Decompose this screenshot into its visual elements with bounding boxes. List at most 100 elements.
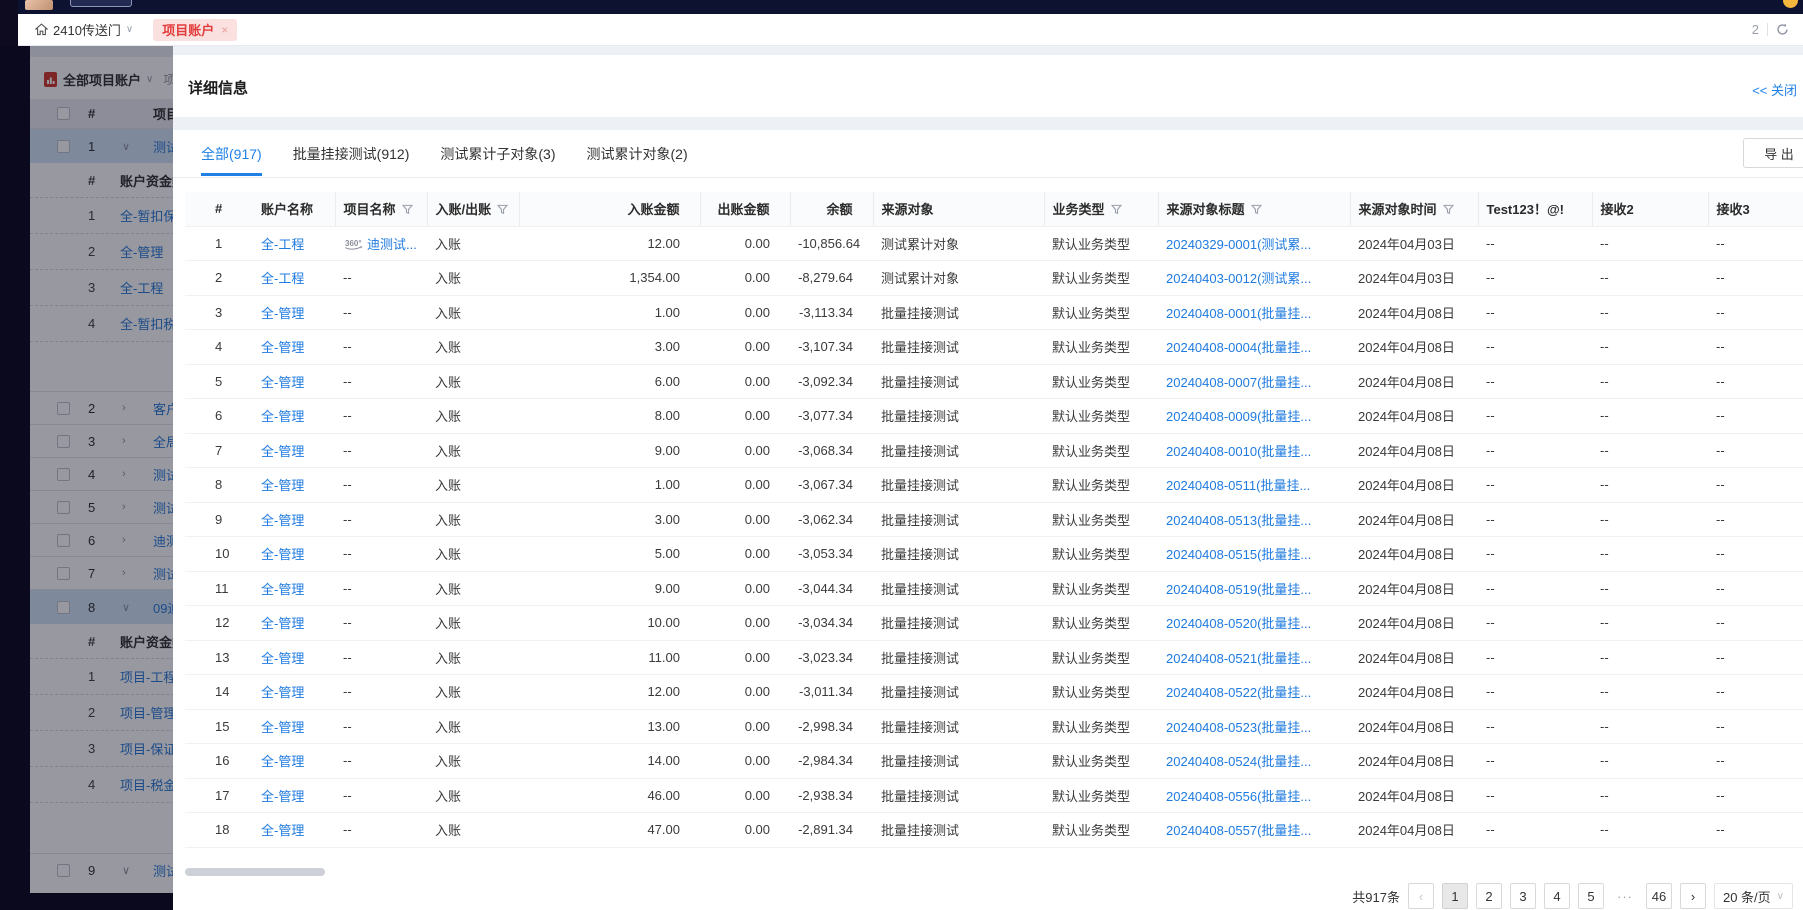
col-header-8: 业务类型: [1044, 192, 1158, 226]
page-size-select[interactable]: 20 条/页∨: [1714, 883, 1793, 909]
pagination-ellipsis[interactable]: ···: [1612, 883, 1638, 909]
tab-1[interactable]: 批量挂接测试(912): [293, 130, 410, 177]
table-row[interactable]: 15全-管理--入账13.000.00-2,998.34批量挂接测试默认业务类型…: [185, 709, 1803, 744]
home-menu[interactable]: 2410传送门 ∨: [35, 20, 133, 39]
source-title-link[interactable]: 20240408-0519(批量挂...: [1166, 582, 1311, 597]
table-row[interactable]: 14全-管理--入账12.000.00-3,011.34批量挂接测试默认业务类型…: [185, 675, 1803, 710]
cell-biz-type: 默认业务类型: [1044, 399, 1158, 434]
close-panel-link[interactable]: << 关闭: [1752, 80, 1797, 99]
modal-dim-overlay[interactable]: [0, 46, 173, 910]
cell-recv1: --: [1478, 502, 1592, 537]
notification-badge-icon[interactable]: [1783, 0, 1798, 8]
table-row[interactable]: 7全-管理--入账9.000.00-3,068.34批量挂接测试默认业务类型20…: [185, 433, 1803, 468]
account-link[interactable]: 全-管理: [261, 375, 304, 390]
page-button-3[interactable]: 3: [1510, 883, 1536, 909]
table-row[interactable]: 18全-管理--入账47.000.00-2,891.34批量挂接测试默认业务类型…: [185, 813, 1803, 848]
cell-source-title: 20240408-0523(批量挂...: [1158, 709, 1350, 744]
cell-balance: -3,077.34: [790, 399, 873, 434]
source-title-link[interactable]: 20240408-0511(批量挂...: [1166, 478, 1310, 493]
source-title-link[interactable]: 20240408-0004(批量挂...: [1166, 340, 1311, 355]
cell-source: 批量挂接测试: [873, 330, 1044, 365]
topbar-search-input[interactable]: [70, 0, 132, 7]
source-title-link[interactable]: 20240408-0009(批量挂...: [1166, 409, 1311, 424]
source-title-link[interactable]: 20240408-0520(批量挂...: [1166, 616, 1311, 631]
source-title-link[interactable]: 20240408-0001(批量挂...: [1166, 306, 1311, 321]
source-title-link[interactable]: 20240408-0513(批量挂...: [1166, 513, 1311, 528]
page-button-5[interactable]: 5: [1578, 883, 1604, 909]
filter-icon[interactable]: [1251, 204, 1262, 215]
refresh-icon[interactable]: [1776, 23, 1789, 36]
tab-0[interactable]: 全部(917): [201, 130, 262, 177]
filter-icon[interactable]: [1443, 204, 1454, 215]
account-link[interactable]: 全-管理: [261, 685, 304, 700]
export-button[interactable]: 导 出: [1743, 138, 1803, 168]
filter-icon[interactable]: [1111, 204, 1122, 215]
account-link[interactable]: 全-管理: [261, 582, 304, 597]
page-button-2[interactable]: 2: [1476, 883, 1502, 909]
table-row[interactable]: 17全-管理--入账46.000.00-2,938.34批量挂接测试默认业务类型…: [185, 778, 1803, 813]
account-link[interactable]: 全-工程: [261, 237, 304, 252]
account-link[interactable]: 全-工程: [261, 271, 304, 286]
page-button-1[interactable]: 1: [1442, 883, 1468, 909]
cell-source: 测试累计对象: [873, 226, 1044, 261]
source-title-link[interactable]: 20240408-0556(批量挂...: [1166, 789, 1311, 804]
page-button-46[interactable]: 46: [1646, 883, 1672, 909]
source-title-link[interactable]: 20240408-0557(批量挂...: [1166, 823, 1311, 838]
table-row[interactable]: 5全-管理--入账6.000.00-3,092.34批量挂接测试默认业务类型20…: [185, 364, 1803, 399]
table-row[interactable]: 8全-管理--入账1.000.00-3,067.34批量挂接测试默认业务类型20…: [185, 468, 1803, 503]
account-link[interactable]: 全-管理: [261, 754, 304, 769]
table-row[interactable]: 19全-管理--入账48.000.00-2,843.34批量挂接测试默认业务类型…: [185, 847, 1803, 855]
account-link[interactable]: 全-管理: [261, 340, 304, 355]
account-link[interactable]: 全-管理: [261, 616, 304, 631]
source-title-link[interactable]: 20240408-0010(批量挂...: [1166, 444, 1311, 459]
table-row[interactable]: 1全-工程360°迪测试...入账12.000.00-10,856.64测试累计…: [185, 226, 1803, 261]
cell-project: --: [335, 606, 427, 641]
tab-project-accounts[interactable]: 项目账户 ×: [153, 19, 237, 41]
next-page-button[interactable]: ›: [1680, 883, 1706, 909]
close-tab-icon[interactable]: ×: [221, 23, 228, 37]
page-button-4[interactable]: 4: [1544, 883, 1570, 909]
detail-panel: 详细信息 << 关闭 全部(917)批量挂接测试(912)测试累计子对象(3)测…: [173, 46, 1803, 910]
prev-page-button[interactable]: ‹: [1408, 883, 1434, 909]
table-row[interactable]: 10全-管理--入账5.000.00-3,053.34批量挂接测试默认业务类型2…: [185, 537, 1803, 572]
table-row[interactable]: 3全-管理--入账1.000.00-3,113.34批量挂接测试默认业务类型20…: [185, 295, 1803, 330]
cell-recv2: --: [1592, 640, 1708, 675]
source-title-link[interactable]: 20240408-0522(批量挂...: [1166, 685, 1311, 700]
account-link[interactable]: 全-管理: [261, 478, 304, 493]
cell-biz-type: 默认业务类型: [1044, 226, 1158, 261]
table-row[interactable]: 16全-管理--入账14.000.00-2,984.34批量挂接测试默认业务类型…: [185, 744, 1803, 779]
table-row[interactable]: 6全-管理--入账8.000.00-3,077.34批量挂接测试默认业务类型20…: [185, 399, 1803, 434]
table-row[interactable]: 4全-管理--入账3.000.00-3,107.34批量挂接测试默认业务类型20…: [185, 330, 1803, 365]
source-title-link[interactable]: 20240408-0515(批量挂...: [1166, 547, 1311, 562]
source-title-link[interactable]: 20240329-0001(测试累...: [1166, 237, 1311, 252]
account-link[interactable]: 全-管理: [261, 306, 304, 321]
table-row[interactable]: 11全-管理--入账9.000.00-3,044.34批量挂接测试默认业务类型2…: [185, 571, 1803, 606]
account-link[interactable]: 全-管理: [261, 409, 304, 424]
source-title-link[interactable]: 20240408-0007(批量挂...: [1166, 375, 1311, 390]
project-link[interactable]: 迪测试...: [367, 237, 417, 252]
filter-icon[interactable]: [402, 204, 413, 215]
account-link[interactable]: 全-管理: [261, 720, 304, 735]
account-link[interactable]: 全-管理: [261, 444, 304, 459]
table-row[interactable]: 9全-管理--入账3.000.00-3,062.34批量挂接测试默认业务类型20…: [185, 502, 1803, 537]
avatar[interactable]: [25, 0, 53, 10]
table-row[interactable]: 12全-管理--入账10.000.00-3,034.34批量挂接测试默认业务类型…: [185, 606, 1803, 641]
account-link[interactable]: 全-管理: [261, 547, 304, 562]
cell-in-amount: 1,354.00: [519, 261, 700, 296]
table-row[interactable]: 13全-管理--入账11.000.00-3,023.34批量挂接测试默认业务类型…: [185, 640, 1803, 675]
cell-index: 8: [185, 468, 247, 503]
cell-recv3: --: [1708, 468, 1803, 503]
account-link[interactable]: 全-管理: [261, 823, 304, 838]
source-title-link[interactable]: 20240408-0524(批量挂...: [1166, 754, 1311, 769]
source-title-link[interactable]: 20240403-0012(测试累...: [1166, 271, 1311, 286]
account-link[interactable]: 全-管理: [261, 789, 304, 804]
tab-3[interactable]: 测试累计对象(2): [587, 130, 688, 177]
tab-2[interactable]: 测试累计子对象(3): [440, 130, 555, 177]
table-row[interactable]: 2全-工程--入账1,354.000.00-8,279.64测试累计对象默认业务…: [185, 261, 1803, 296]
account-link[interactable]: 全-管理: [261, 513, 304, 528]
filter-icon[interactable]: [497, 204, 508, 215]
horizontal-scrollbar-thumb[interactable]: [185, 868, 325, 876]
source-title-link[interactable]: 20240408-0523(批量挂...: [1166, 720, 1311, 735]
source-title-link[interactable]: 20240408-0521(批量挂...: [1166, 651, 1311, 666]
account-link[interactable]: 全-管理: [261, 651, 304, 666]
